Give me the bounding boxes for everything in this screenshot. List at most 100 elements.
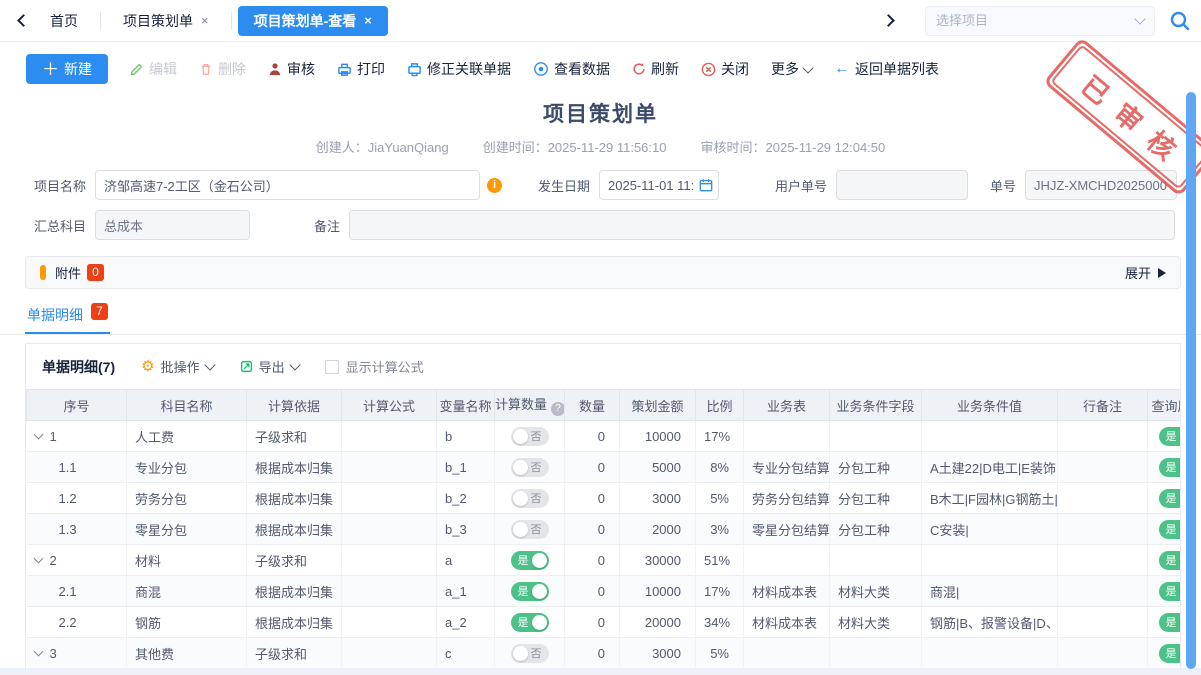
print-button[interactable]: 打印 [337, 59, 385, 79]
cell-calc_qty: 是 [495, 576, 565, 607]
cell-biz_table: 专业分包结算子 [744, 452, 830, 483]
vertical-scrollbar[interactable] [1186, 92, 1196, 669]
cell-subject: 材料 [127, 545, 247, 576]
cell-qty: 0 [565, 421, 620, 452]
more-button[interactable]: 更多 [771, 59, 812, 79]
query-show-toggle[interactable]: 是 [1159, 551, 1182, 570]
table-row[interactable]: 1人工费子级求和b否01000017%是 [27, 421, 1182, 452]
cell-ratio: 17% [696, 576, 744, 607]
calc-qty-toggle[interactable]: 是 [511, 551, 549, 570]
cell-calc_qty: 否 [495, 421, 565, 452]
batch-operate-button[interactable]: ⚙ 批操作 [141, 357, 213, 376]
calc-qty-toggle[interactable]: 否 [511, 427, 549, 446]
user-no-input[interactable] [836, 170, 968, 200]
tab-project-plan-list[interactable]: 项目策划单 × [107, 6, 225, 36]
cell-formula [342, 421, 437, 452]
calc-qty-toggle[interactable]: 否 [511, 489, 549, 508]
gear-icon: ⚙ [141, 359, 154, 374]
search-icon[interactable] [1169, 10, 1191, 32]
cell-variable: b_1 [437, 452, 495, 483]
view-data-button[interactable]: 查看数据 [533, 59, 610, 79]
table-header-row: 序号科目名称计算依据计算公式变量名称计算数量?数量策划金额比例业务表业务条件字段… [27, 390, 1182, 421]
row-expand-icon[interactable] [33, 430, 43, 440]
new-button[interactable]: ＋ 新建 [26, 54, 108, 84]
fix-linked-docs-button[interactable]: 修正关联单据 [407, 59, 511, 79]
row-expand-icon[interactable] [33, 647, 43, 657]
table-row[interactable]: 1.1专业分包根据成本归集b_1否050008%专业分包结算子分包工种A土建22… [27, 452, 1182, 483]
column-header-qty: 数量 [565, 390, 620, 421]
tabs-scroll-right-icon[interactable] [875, 8, 901, 34]
close-icon[interactable]: × [364, 13, 372, 28]
cell-row_remark [1058, 545, 1148, 576]
chevron-down-icon [289, 359, 300, 370]
audit-button[interactable]: 审核 [268, 59, 315, 79]
cell-calc_qty: 否 [495, 483, 565, 514]
show-formula-checkbox[interactable] [325, 360, 339, 374]
show-formula-label: 显示计算公式 [346, 357, 424, 376]
refresh-button[interactable]: 刷新 [632, 59, 679, 79]
close-icon[interactable]: × [201, 13, 209, 28]
query-show-toggle[interactable]: 是 [1159, 427, 1182, 446]
cell-amount: 10000 [620, 576, 696, 607]
query-show-toggle[interactable]: 是 [1159, 458, 1182, 477]
edit-button[interactable]: 编辑 [130, 59, 177, 79]
cell-variable: b_2 [437, 483, 495, 514]
delete-button[interactable]: 删除 [199, 59, 246, 79]
export-button[interactable]: 导出 [240, 357, 299, 376]
calc-qty-toggle[interactable]: 否 [511, 644, 549, 663]
cell-row_remark [1058, 607, 1148, 638]
tabs-scroll-left-icon[interactable] [10, 8, 36, 34]
table-row[interactable]: 2.1商混根据成本归集a_1是01000017%材料成本表材料大类商混|是 [27, 576, 1182, 607]
tab-detail-lines[interactable]: 单据明细 7 [25, 301, 110, 334]
cell-qty: 0 [565, 483, 620, 514]
date-label: 发生日期 [528, 176, 590, 195]
doc-no-input[interactable] [1025, 170, 1177, 200]
row-expand-icon[interactable] [33, 554, 43, 564]
query-show-toggle[interactable]: 是 [1159, 520, 1182, 539]
tab-home[interactable]: 首页 [36, 11, 100, 31]
project-select[interactable] [925, 6, 1155, 36]
top-tab-bar: 首页 项目策划单 × 项目策划单-查看 × [0, 0, 1201, 42]
query-show-toggle[interactable]: 是 [1159, 582, 1182, 601]
tab-project-plan-view[interactable]: 项目策划单-查看 × [238, 6, 388, 36]
project-select-input[interactable] [936, 13, 1136, 28]
summary-subject-input[interactable] [95, 210, 250, 240]
cell-seq: 2 [27, 545, 127, 576]
query-show-toggle[interactable]: 是 [1159, 489, 1182, 508]
close-button[interactable]: 关闭 [701, 59, 749, 79]
cell-subject: 人工费 [127, 421, 247, 452]
cell-ratio: 3% [696, 514, 744, 545]
table-row[interactable]: 2.2钢筋根据成本归集a_2是02000034%材料成本表材料大类钢筋|B、报警… [27, 607, 1182, 638]
cell-subject: 零星分包 [127, 514, 247, 545]
cell-subject: 其他费 [127, 638, 247, 669]
divider [231, 12, 232, 30]
calc-qty-toggle[interactable]: 否 [511, 458, 549, 477]
query-show-toggle[interactable]: 是 [1159, 613, 1182, 632]
calc-qty-toggle[interactable]: 是 [511, 582, 549, 601]
project-name-input[interactable] [95, 170, 480, 200]
query-show-toggle[interactable]: 是 [1159, 644, 1182, 663]
cell-qty: 0 [565, 607, 620, 638]
cell-seq: 3 [27, 638, 127, 669]
table-row[interactable]: 3其他费子级求和c否030005%是 [27, 638, 1182, 669]
calendar-icon[interactable] [699, 178, 713, 192]
cell-row_remark [1058, 483, 1148, 514]
info-icon[interactable]: i [487, 178, 502, 193]
cell-biz_field: 分包工种 [830, 452, 922, 483]
cell-row_remark [1058, 421, 1148, 452]
export-icon [240, 360, 253, 373]
table-row[interactable]: 2材料子级求和a是03000051%是 [27, 545, 1182, 576]
remark-input[interactable] [349, 210, 1175, 240]
cell-variable: b [437, 421, 495, 452]
calc-qty-toggle[interactable]: 否 [511, 520, 549, 539]
cell-basis: 根据成本归集 [247, 576, 342, 607]
question-icon[interactable]: ? [551, 402, 564, 416]
cell-basis: 子级求和 [247, 545, 342, 576]
chevron-down-icon [1134, 13, 1145, 24]
table-row[interactable]: 1.2劳务分包根据成本归集b_2否030005%劳务分包结算子分包工种B木工|F… [27, 483, 1182, 514]
calc-qty-toggle[interactable]: 是 [511, 613, 549, 632]
expand-button[interactable]: 展开 [1125, 263, 1166, 282]
back-to-list-button[interactable]: ← 返回单据列表 [834, 59, 939, 79]
table-row[interactable]: 1.3零星分包根据成本归集b_3否020003%零星分包结算子分包工种C安装|是 [27, 514, 1182, 545]
creator-text: 创建人：JiaYuanQiang [316, 137, 449, 156]
